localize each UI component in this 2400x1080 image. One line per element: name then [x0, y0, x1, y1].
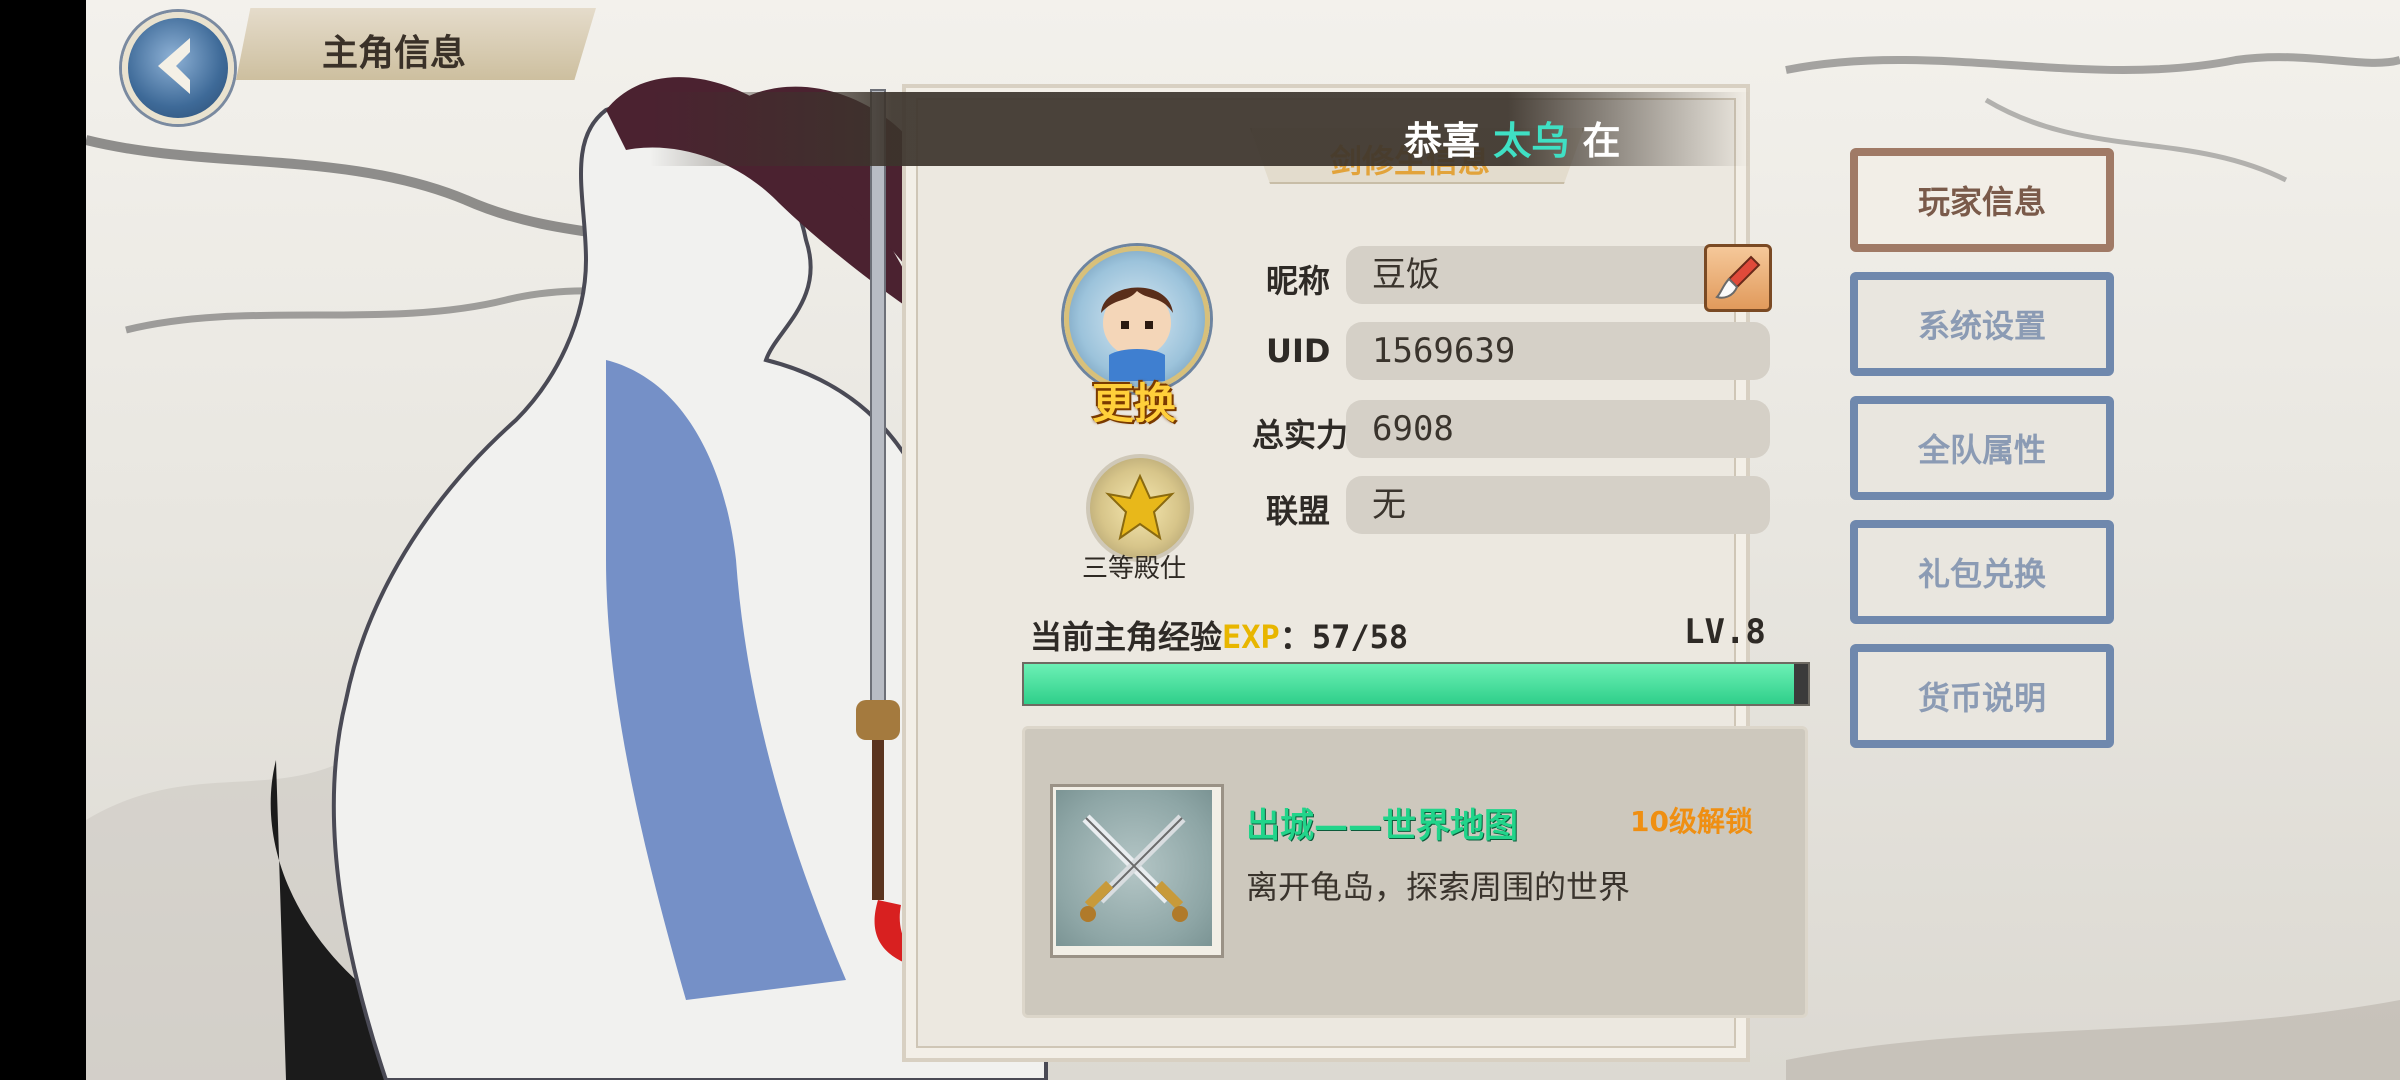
menu-gift-redeem-label: 礼包兑换 [1917, 555, 2046, 593]
exp-separator: ： [1279, 618, 1312, 656]
menu-team-attributes[interactable]: 全队属性 [1850, 396, 2114, 500]
rank-label: 三等殿仕 [1082, 554, 1187, 584]
back-arrow-icon [158, 38, 190, 94]
menu-system-settings[interactable]: 系统设置 [1850, 272, 2114, 376]
exp-progress-fill [1024, 664, 1795, 704]
announcement-prefix: 恭喜 [1404, 119, 1481, 163]
menu-team-attributes-label: 全队属性 [1917, 431, 2046, 469]
menu-gift-redeem[interactable]: 礼包兑换 [1850, 520, 2114, 624]
unlock-title: 出城——世界地图 [1246, 806, 1518, 846]
page-title: 主角信息 [322, 33, 467, 74]
exp-label-text: 当前主角经验 [1030, 618, 1223, 656]
back-button[interactable] [122, 12, 234, 124]
level-label: LV.8 [1684, 612, 1766, 652]
rank-badge [1086, 454, 1194, 562]
menu-player-info-label: 玩家信息 [1917, 183, 2046, 221]
announcement-suffix: 在 [1582, 119, 1621, 163]
edit-brush-icon [1715, 255, 1761, 299]
alliance-label: 联盟 [1266, 492, 1331, 530]
announcement-player-name: 太乌 [1493, 119, 1570, 163]
menu-player-info[interactable]: 玩家信息 [1850, 148, 2114, 252]
edit-nickname-button[interactable] [1704, 244, 1772, 312]
exp-value: 57/58 [1311, 618, 1409, 656]
menu-currency-info[interactable]: 货币说明 [1850, 644, 2114, 748]
exp-tag: EXP [1222, 618, 1280, 656]
unlock-requirement: 10级解锁 [1630, 805, 1753, 838]
rank-emblem-icon [1105, 473, 1175, 541]
menu-system-settings-label: 系统设置 [1917, 307, 2046, 345]
exp-label: 当前主角经验EXP：57/58 [1030, 612, 1408, 658]
menu-currency-info-label: 货币说明 [1917, 679, 2046, 717]
unlock-icon [1056, 790, 1212, 946]
uid-label: UID [1266, 332, 1331, 370]
crossed-swords-icon [1080, 814, 1188, 922]
nickname-label: 昵称 [1266, 262, 1331, 300]
unlock-description: 离开龟岛，探索周围的世界 [1246, 868, 1631, 906]
alliance-field: 无 [1346, 476, 1770, 534]
change-avatar-button[interactable]: 更换 [1092, 370, 1176, 431]
uid-field: 1569639 [1346, 322, 1770, 380]
power-label: 总实力 [1252, 416, 1349, 454]
announcement-text: 恭喜 太乌 在 [1404, 110, 1621, 165]
avatar-portrait-icon [1101, 287, 1173, 381]
power-field: 6908 [1346, 400, 1770, 458]
exp-progress-bar [1022, 662, 1810, 706]
